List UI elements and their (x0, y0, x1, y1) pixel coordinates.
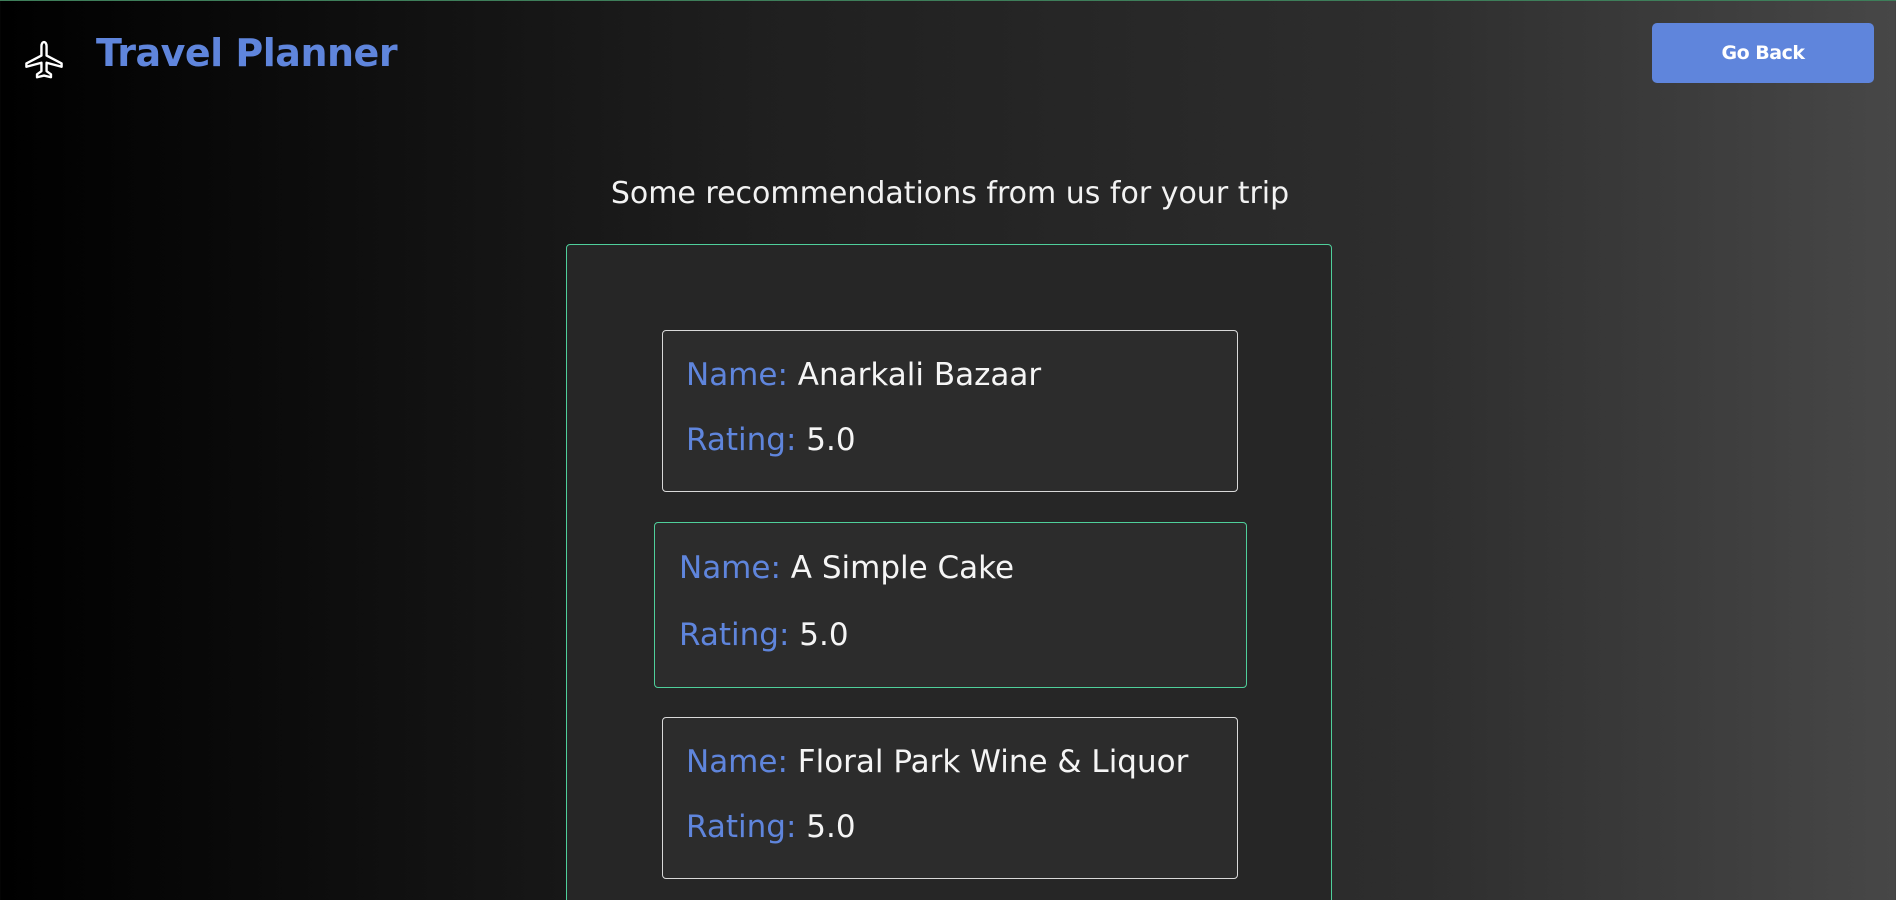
place-name: A Simple Cake (790, 550, 1015, 586)
recommendations-panel: Name: Anarkali Bazaar Rating: 5.0 Name: … (566, 244, 1332, 900)
name-label: Name: (679, 550, 781, 586)
rating-label: Rating: (686, 809, 797, 845)
app-title[interactable]: Travel Planner (96, 31, 398, 75)
card-rating-row: Rating: 5.0 (679, 617, 849, 653)
go-back-button[interactable]: Go Back (1652, 23, 1874, 83)
card-name-row: Name: Floral Park Wine & Liquor (686, 744, 1188, 780)
recommendation-card[interactable]: Name: Anarkali Bazaar Rating: 5.0 (662, 330, 1238, 492)
place-name: Anarkali Bazaar (797, 357, 1042, 393)
card-name-row: Name: A Simple Cake (679, 550, 1014, 586)
place-rating: 5.0 (806, 809, 856, 845)
airplane-icon (22, 38, 66, 82)
place-name: Floral Park Wine & Liquor (797, 744, 1189, 780)
name-label: Name: (686, 744, 788, 780)
place-rating: 5.0 (806, 422, 856, 458)
card-name-row: Name: Anarkali Bazaar (686, 357, 1041, 393)
place-rating: 5.0 (799, 617, 849, 653)
name-label: Name: (686, 357, 788, 393)
page-subtitle: Some recommendations from us for your tr… (610, 176, 1290, 211)
recommendation-card[interactable]: Name: A Simple Cake Rating: 5.0 (654, 522, 1247, 688)
card-rating-row: Rating: 5.0 (686, 422, 856, 458)
rating-label: Rating: (679, 617, 790, 653)
rating-label: Rating: (686, 422, 797, 458)
card-rating-row: Rating: 5.0 (686, 809, 856, 845)
recommendation-card[interactable]: Name: Floral Park Wine & Liquor Rating: … (662, 717, 1238, 879)
app-header: Travel Planner Go Back (0, 0, 1896, 110)
